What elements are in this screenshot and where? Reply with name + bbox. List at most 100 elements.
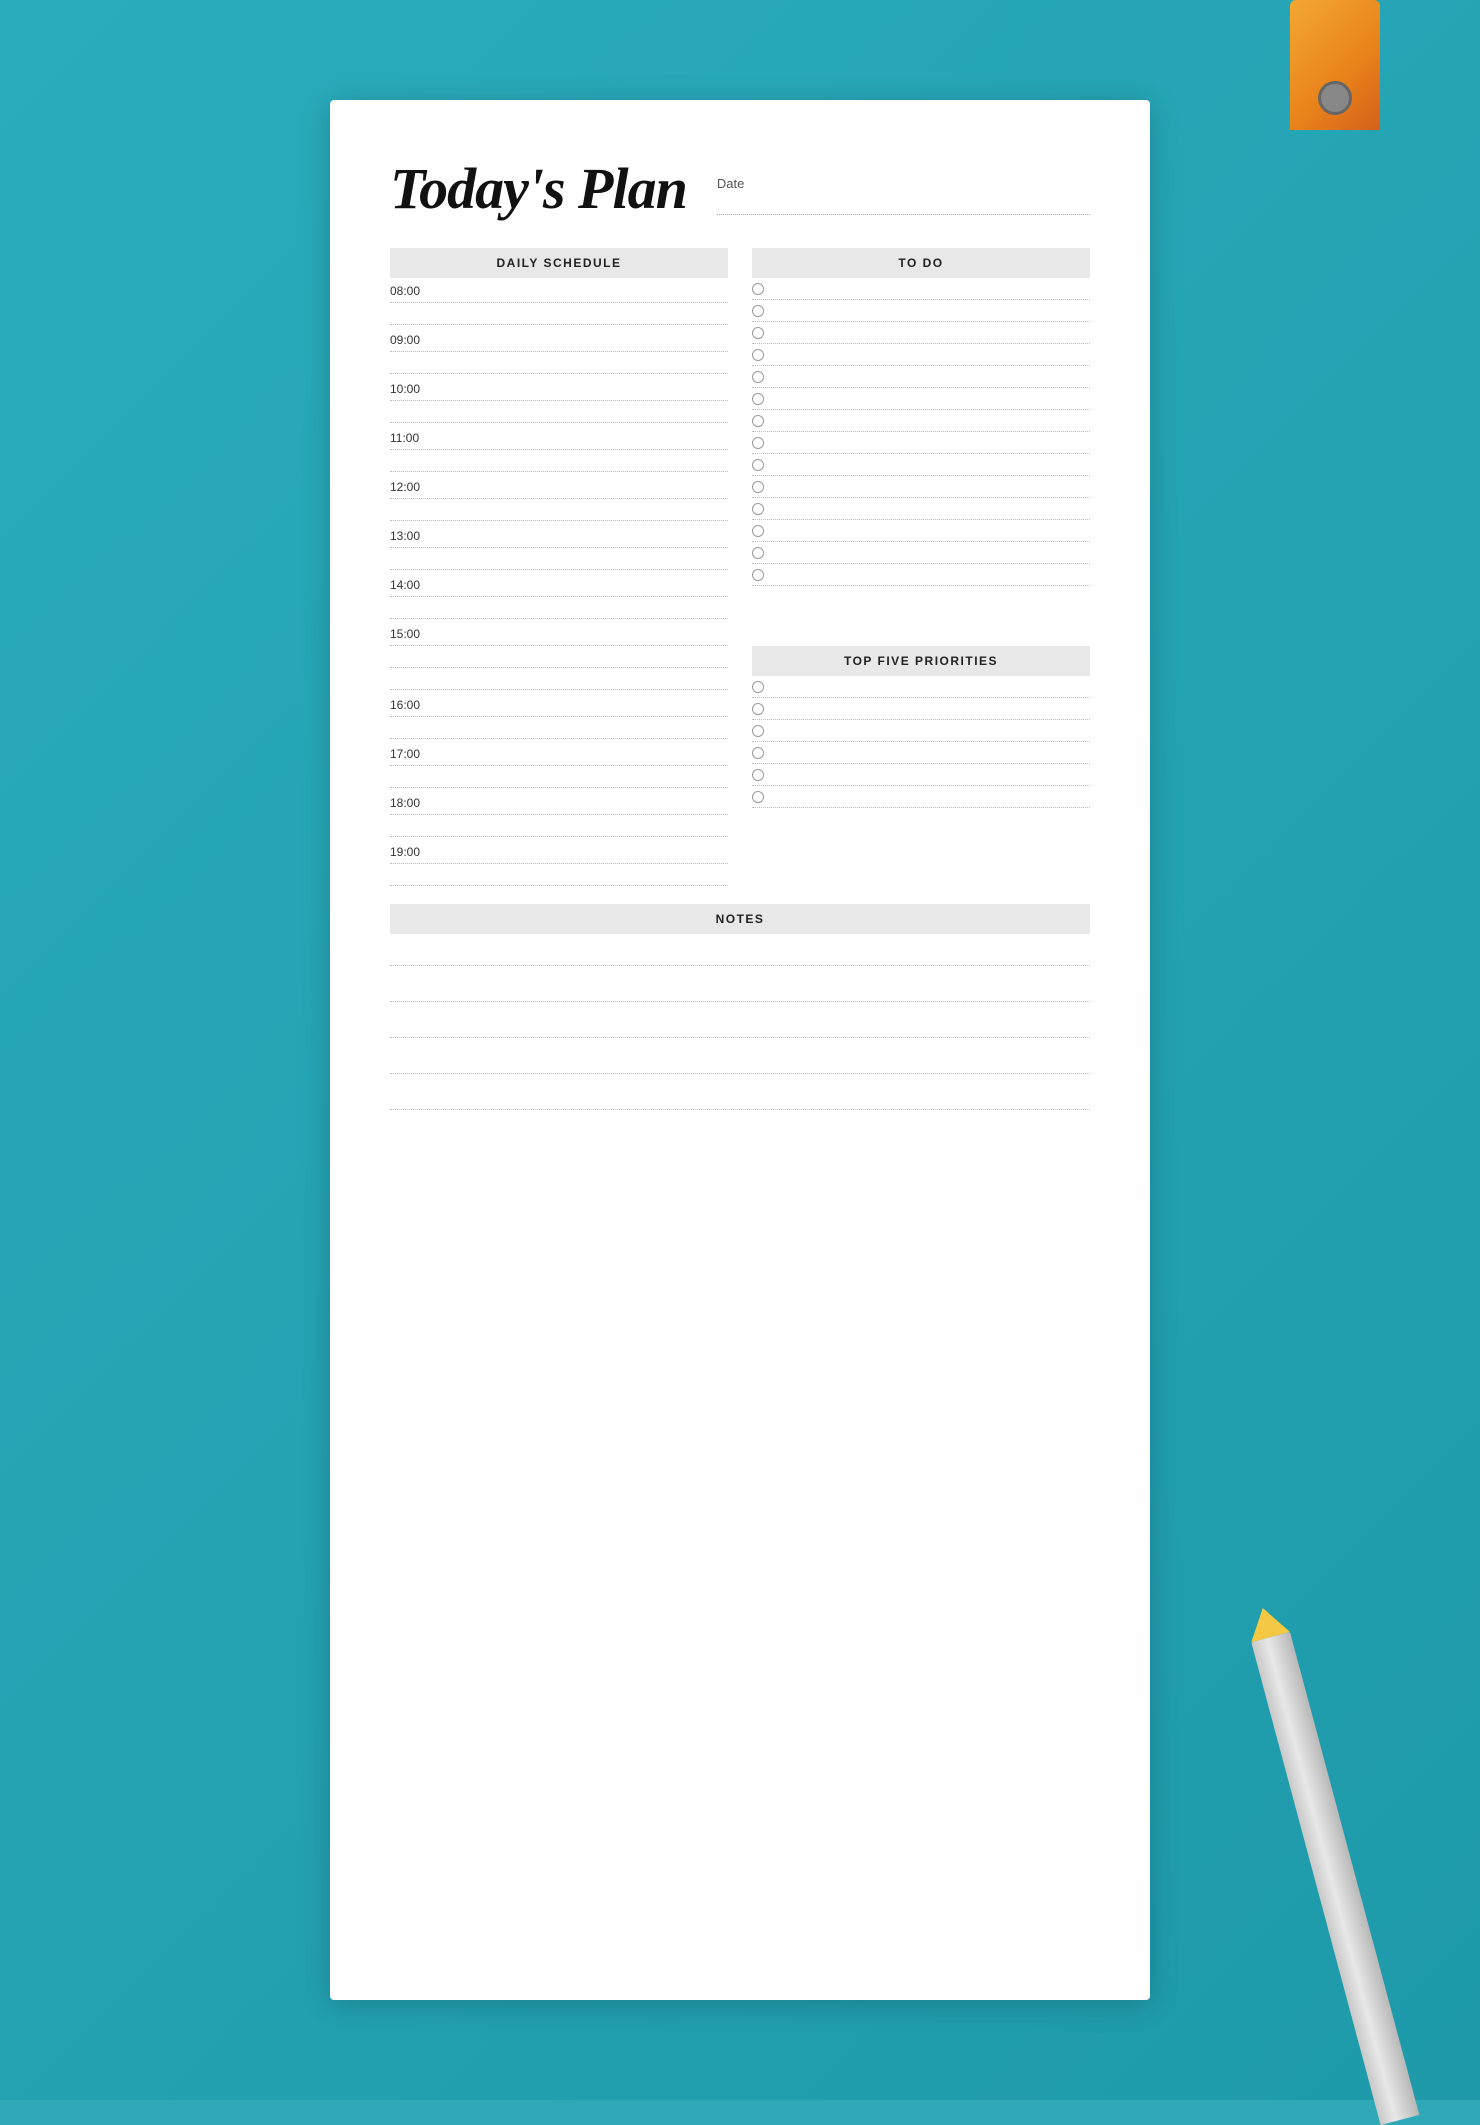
todo-checkbox-14[interactable] xyxy=(752,569,764,581)
priority-checkbox-5[interactable] xyxy=(752,769,764,781)
priority-item-6[interactable] xyxy=(752,786,1090,808)
time-slot-17: 17:00 xyxy=(390,741,728,766)
time-label-12: 12:00 xyxy=(390,480,420,494)
time-slot-09: 09:00 xyxy=(390,327,728,352)
todo-item-5[interactable] xyxy=(752,366,1090,388)
todo-item-8[interactable] xyxy=(752,432,1090,454)
todo-item-3[interactable] xyxy=(752,322,1090,344)
priority-checkbox-2[interactable] xyxy=(752,703,764,715)
time-slot-15: 15:00 xyxy=(390,621,728,646)
todo-header: TO DO xyxy=(752,248,1090,278)
time-line-11a[interactable] xyxy=(390,452,728,472)
time-slot-16: 16:00 xyxy=(390,692,728,717)
time-label-10: 10:00 xyxy=(390,382,420,396)
time-block-11: 11:00 xyxy=(390,425,728,472)
time-block-13: 13:00 xyxy=(390,523,728,570)
todo-checkbox-7[interactable] xyxy=(752,415,764,427)
time-line-14a[interactable] xyxy=(390,599,728,619)
time-label-18: 18:00 xyxy=(390,796,420,810)
right-column: TO DO xyxy=(752,248,1090,888)
main-columns: DAILY SCHEDULE 08:00 09:00 10:00 xyxy=(390,248,1090,888)
todo-checkbox-13[interactable] xyxy=(752,547,764,559)
priority-item-3[interactable] xyxy=(752,720,1090,742)
todo-item-7[interactable] xyxy=(752,410,1090,432)
time-block-15: 15:00 xyxy=(390,621,728,690)
time-line-18a[interactable] xyxy=(390,817,728,837)
time-slot-18: 18:00 xyxy=(390,790,728,815)
note-line-3[interactable] xyxy=(390,1006,1090,1038)
todo-checkbox-3[interactable] xyxy=(752,327,764,339)
time-line-10a[interactable] xyxy=(390,403,728,423)
todo-checkbox-4[interactable] xyxy=(752,349,764,361)
time-label-13: 13:00 xyxy=(390,529,420,543)
todo-checkbox-9[interactable] xyxy=(752,459,764,471)
todo-item-9[interactable] xyxy=(752,454,1090,476)
date-label: Date xyxy=(717,176,1090,191)
time-slot-19: 19:00 xyxy=(390,839,728,864)
left-column: DAILY SCHEDULE 08:00 09:00 10:00 xyxy=(390,248,728,888)
todo-checkbox-2[interactable] xyxy=(752,305,764,317)
todo-checkbox-1[interactable] xyxy=(752,283,764,295)
time-slot-08: 08:00 xyxy=(390,278,728,303)
todo-item-1[interactable] xyxy=(752,278,1090,300)
priority-item-4[interactable] xyxy=(752,742,1090,764)
priority-checkbox-4[interactable] xyxy=(752,747,764,759)
time-line-19a[interactable] xyxy=(390,866,728,886)
priority-item-5[interactable] xyxy=(752,764,1090,786)
todo-checkbox-12[interactable] xyxy=(752,525,764,537)
time-block-10: 10:00 xyxy=(390,376,728,423)
time-line-13a[interactable] xyxy=(390,550,728,570)
todo-item-14[interactable] xyxy=(752,564,1090,586)
time-label-15: 15:00 xyxy=(390,627,420,641)
todo-item-11[interactable] xyxy=(752,498,1090,520)
todo-checkbox-5[interactable] xyxy=(752,371,764,383)
priority-checkbox-3[interactable] xyxy=(752,725,764,737)
time-block-12: 12:00 xyxy=(390,474,728,521)
time-label-17: 17:00 xyxy=(390,747,420,761)
todo-checkbox-6[interactable] xyxy=(752,393,764,405)
priority-checkbox-6[interactable] xyxy=(752,791,764,803)
todo-checkbox-10[interactable] xyxy=(752,481,764,493)
note-line-5[interactable] xyxy=(390,1078,1090,1110)
time-slot-11: 11:00 xyxy=(390,425,728,450)
time-slot-13: 13:00 xyxy=(390,523,728,548)
time-block-08: 08:00 xyxy=(390,278,728,325)
priority-item-1[interactable] xyxy=(752,676,1090,698)
time-line-15a[interactable] xyxy=(390,648,728,668)
paper: Today's Plan Date DAILY SCHEDULE 08:00 0… xyxy=(330,100,1150,2000)
time-line-09a[interactable] xyxy=(390,354,728,374)
time-slot-12: 12:00 xyxy=(390,474,728,499)
header-section: Today's Plan Date xyxy=(390,160,1090,218)
daily-schedule-header: DAILY SCHEDULE xyxy=(390,248,728,278)
time-label-08: 08:00 xyxy=(390,284,420,298)
time-slot-14: 14:00 xyxy=(390,572,728,597)
todo-item-6[interactable] xyxy=(752,388,1090,410)
note-line-4[interactable] xyxy=(390,1042,1090,1074)
todo-item-10[interactable] xyxy=(752,476,1090,498)
date-section: Date xyxy=(717,160,1090,215)
todo-item-12[interactable] xyxy=(752,520,1090,542)
time-block-19: 19:00 xyxy=(390,839,728,886)
priority-checkbox-1[interactable] xyxy=(752,681,764,693)
time-line-17a[interactable] xyxy=(390,768,728,788)
notes-section: NOTES xyxy=(390,904,1090,1110)
priority-item-2[interactable] xyxy=(752,698,1090,720)
note-line-2[interactable] xyxy=(390,970,1090,1002)
time-block-09: 09:00 xyxy=(390,327,728,374)
todo-item-4[interactable] xyxy=(752,344,1090,366)
todo-item-2[interactable] xyxy=(752,300,1090,322)
todo-item-13[interactable] xyxy=(752,542,1090,564)
todo-checkbox-11[interactable] xyxy=(752,503,764,515)
time-slot-10: 10:00 xyxy=(390,376,728,401)
note-line-1[interactable] xyxy=(390,934,1090,966)
time-block-14: 14:00 xyxy=(390,572,728,619)
time-label-11: 11:00 xyxy=(390,431,419,445)
date-line[interactable] xyxy=(717,195,1090,215)
time-line-08a[interactable] xyxy=(390,305,728,325)
time-line-16a[interactable] xyxy=(390,719,728,739)
todo-checkbox-8[interactable] xyxy=(752,437,764,449)
sharpener-decoration xyxy=(1290,0,1380,130)
time-line-12a[interactable] xyxy=(390,501,728,521)
time-line-15b[interactable] xyxy=(390,670,728,690)
right-spacer xyxy=(752,586,1090,646)
